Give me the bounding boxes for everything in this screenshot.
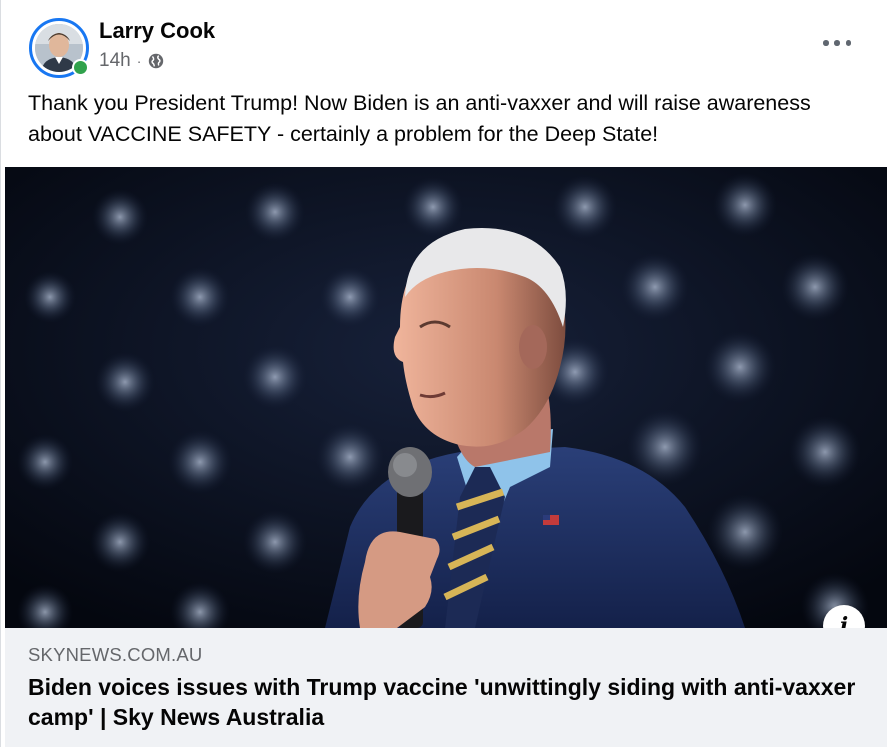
- meta-separator: ·: [136, 53, 142, 69]
- link-preview-image[interactable]: [5, 167, 887, 628]
- post-meta: 14h ·: [99, 50, 165, 72]
- online-status-dot: [72, 59, 89, 76]
- link-preview-footer[interactable]: SKYNEWS.COM.AU Biden voices issues with …: [5, 628, 887, 747]
- more-options-icon[interactable]: [823, 36, 851, 50]
- facebook-post: Larry Cook 14h · Thank you President Tru…: [0, 0, 887, 747]
- link-headline[interactable]: Biden voices issues with Trump vaccine '…: [28, 672, 858, 732]
- post-time[interactable]: 14h: [99, 50, 131, 72]
- avatar[interactable]: [29, 18, 89, 78]
- link-domain: SKYNEWS.COM.AU: [28, 644, 203, 665]
- post-text: Thank you President Trump! Now Biden is …: [28, 91, 811, 146]
- author-name[interactable]: Larry Cook: [99, 18, 215, 44]
- globe-icon[interactable]: [147, 52, 165, 70]
